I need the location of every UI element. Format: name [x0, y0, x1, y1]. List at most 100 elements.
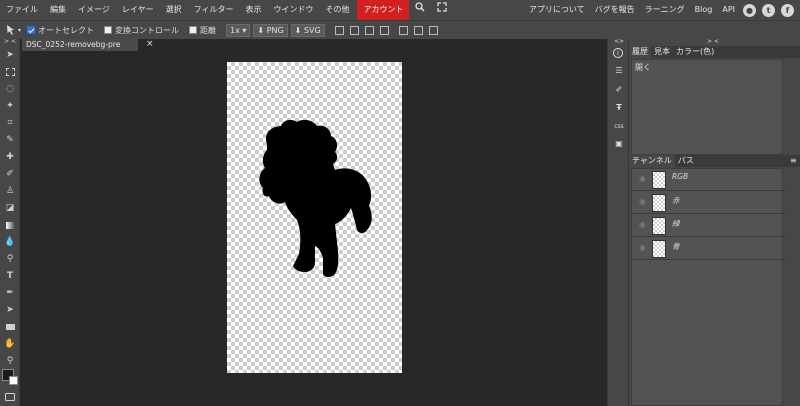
channel-row-rgb[interactable]: ◉ RGB: [632, 169, 786, 191]
align-top-icon[interactable]: [334, 25, 344, 35]
menu-more[interactable]: その他: [319, 0, 355, 20]
menu-file[interactable]: ファイル: [0, 0, 44, 20]
marquee-tool-icon[interactable]: [4, 66, 16, 78]
shape-tool-icon[interactable]: [4, 321, 16, 333]
chevron-down-icon[interactable]: ▾: [18, 27, 21, 34]
move-tool-icon[interactable]: [6, 24, 16, 37]
menu-right: アプリについて バグを報告 ラーニング Blog API ● t f: [524, 0, 800, 20]
distribute-icon[interactable]: [428, 25, 438, 35]
menu-select[interactable]: 選択: [160, 0, 188, 20]
distances-checkbox[interactable]: [189, 26, 198, 34]
menu-edit[interactable]: 編集: [44, 0, 72, 20]
zoom-select[interactable]: 1x ▾: [226, 23, 251, 37]
visibility-eye-icon[interactable]: ◉: [639, 198, 647, 206]
brush-tool-icon[interactable]: ✐: [4, 168, 16, 180]
menu-blog[interactable]: Blog: [690, 0, 718, 20]
clone-stamp-icon[interactable]: ♙: [4, 185, 16, 197]
move-tool-icon[interactable]: ➤: [4, 49, 16, 61]
dodge-tool-icon[interactable]: ⚲: [4, 253, 16, 265]
history-item[interactable]: 開く: [635, 62, 651, 73]
export-svg-button[interactable]: ⬇ SVG: [290, 23, 325, 37]
magic-wand-icon[interactable]: ✦: [4, 100, 16, 112]
blur-tool-icon[interactable]: 💧: [4, 236, 16, 248]
twitter-icon[interactable]: t: [762, 3, 775, 17]
lasso-tool-icon[interactable]: ◌: [4, 83, 16, 95]
type-tool-icon[interactable]: T: [4, 270, 16, 282]
image-icon[interactable]: ▣: [613, 138, 625, 150]
visibility-eye-icon[interactable]: ◉: [639, 244, 647, 252]
menu-view[interactable]: 表示: [239, 0, 267, 20]
channel-row-blue[interactable]: ◉ 青: [632, 238, 786, 260]
visibility-eye-icon[interactable]: ◉: [639, 221, 647, 229]
channel-thumbnail: [652, 171, 666, 189]
search-icon[interactable]: [409, 0, 431, 20]
menu-filter[interactable]: フィルター: [188, 0, 240, 20]
align-center-icon[interactable]: [398, 25, 408, 35]
panel-collapse-icon[interactable]: > <: [4, 39, 16, 45]
gradient-glyph: [5, 222, 15, 229]
pen-tool-icon[interactable]: ✒: [4, 287, 16, 299]
distances-label: 距離: [200, 25, 217, 35]
tab-swatches[interactable]: 見本: [651, 46, 673, 58]
menu-image[interactable]: イメージ: [72, 0, 116, 20]
character-icon[interactable]: Ŧ: [613, 102, 625, 114]
document-canvas[interactable]: [227, 62, 402, 373]
path-select-icon[interactable]: ➤: [4, 304, 16, 316]
info-icon[interactable]: i: [613, 48, 625, 60]
align-left-icon[interactable]: [379, 25, 389, 35]
align-bottom-icon[interactable]: [364, 25, 374, 35]
zoom-value: 1x: [230, 25, 240, 35]
channel-label: 赤: [672, 196, 680, 205]
eyedropper-icon[interactable]: ✎: [4, 134, 16, 146]
channel-row-red[interactable]: ◉ 赤: [632, 192, 786, 214]
download-icon: ⬇: [257, 25, 265, 35]
channel-label: RGB: [672, 172, 689, 181]
channel-thumbnail: [652, 217, 666, 235]
menu-api[interactable]: API: [717, 0, 740, 20]
facebook-icon[interactable]: f: [781, 3, 794, 17]
png-label: PNG: [266, 25, 284, 35]
tab-paths[interactable]: パス: [675, 155, 697, 167]
hand-tool-icon[interactable]: ✋: [4, 338, 16, 350]
menu-about[interactable]: アプリについて: [524, 0, 590, 20]
menu-layer[interactable]: レイヤー: [116, 0, 160, 20]
background-color-swatch[interactable]: [9, 376, 18, 385]
fullscreen-icon[interactable]: [431, 0, 453, 20]
menu-learning[interactable]: ラーニング: [640, 0, 690, 20]
fullscreen-icon-glyph: [437, 2, 448, 12]
tab-channels[interactable]: チャンネル: [629, 155, 675, 167]
export-png-button[interactable]: ⬇ PNG: [253, 23, 288, 37]
menu-window[interactable]: ウインドウ: [267, 0, 319, 20]
zoom-tool-icon[interactable]: ⚲: [4, 355, 16, 367]
panel-icon-strip: <> i ☰ ✐ Ŧ css ▣: [607, 38, 629, 406]
history-panel-tabs: 履歴 見本 カラー(色): [629, 46, 800, 58]
reddit-icon[interactable]: ●: [743, 3, 756, 17]
healing-brush-icon[interactable]: ✚: [4, 151, 16, 163]
auto-select-checkbox[interactable]: [27, 26, 36, 34]
quick-mask-icon[interactable]: [5, 393, 15, 401]
adjustments-icon[interactable]: ☰: [613, 65, 625, 77]
channel-row-green[interactable]: ◉ 緑: [632, 215, 786, 237]
align-middle-icon[interactable]: [349, 25, 359, 35]
panel-toggle-icon[interactable]: <>: [613, 38, 625, 46]
close-icon[interactable]: ×: [146, 39, 154, 50]
channel-label: 緑: [672, 219, 680, 228]
panel-collapse-icon[interactable]: > <: [707, 38, 719, 46]
brush-settings-icon[interactable]: ✐: [613, 84, 625, 96]
crop-tool-icon[interactable]: ⌗: [4, 117, 16, 129]
align-right-icon[interactable]: [413, 25, 423, 35]
panel-menu-icon[interactable]: ≡: [790, 156, 797, 165]
menu-account[interactable]: アカウント: [357, 0, 410, 20]
visibility-eye-icon[interactable]: ◉: [639, 175, 647, 183]
transform-controls-checkbox[interactable]: [104, 26, 113, 34]
document-tab[interactable]: DSC_0252-removebg-pre: [22, 39, 138, 51]
tab-history[interactable]: 履歴: [629, 46, 651, 58]
gradient-tool-icon[interactable]: [4, 219, 16, 231]
channel-label: 青: [672, 242, 680, 251]
css-icon[interactable]: css: [613, 121, 625, 133]
eraser-tool-icon[interactable]: ◪: [4, 202, 16, 214]
tab-color[interactable]: カラー(色): [673, 46, 717, 58]
search-icon-glyph: [415, 2, 425, 12]
info-glyph: i: [613, 48, 623, 58]
menu-report-bug[interactable]: バグを報告: [590, 0, 640, 20]
